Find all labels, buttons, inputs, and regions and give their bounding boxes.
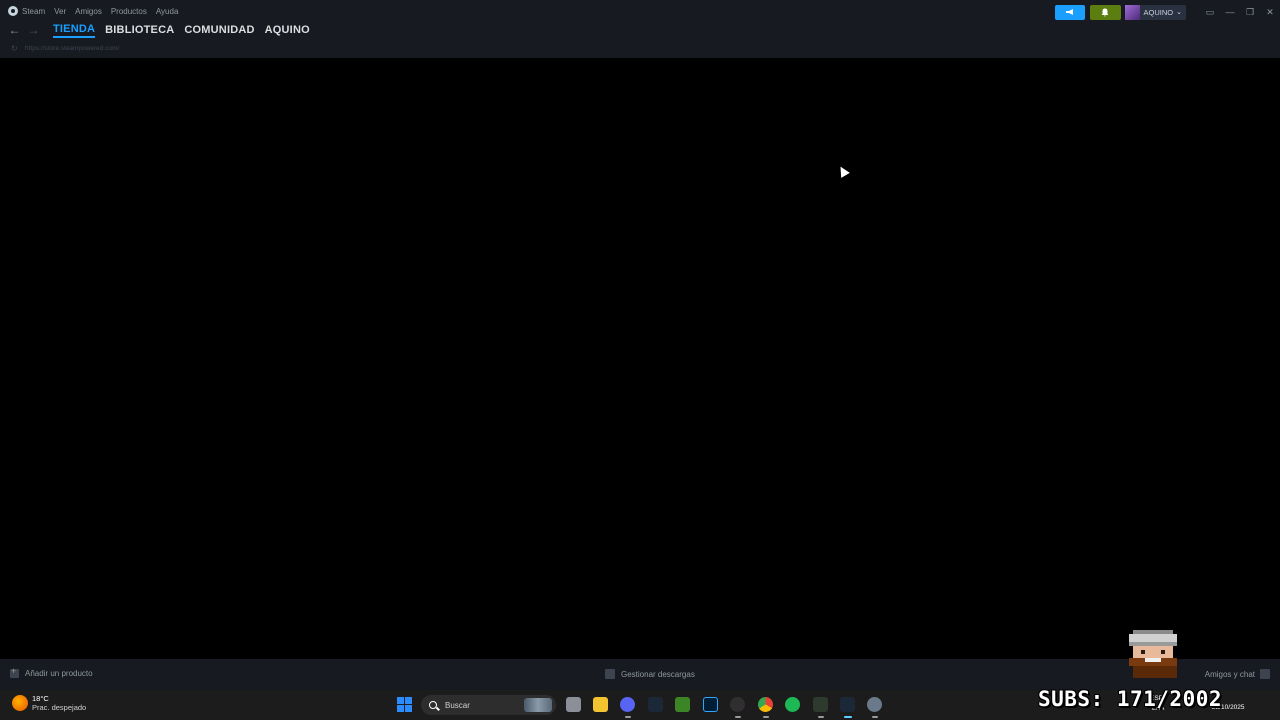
minecraft-icon[interactable] bbox=[675, 697, 690, 712]
task-view-icon[interactable] bbox=[566, 697, 581, 712]
add-product-button[interactable]: Añadir un producto bbox=[10, 666, 93, 678]
photoshop-icon[interactable] bbox=[703, 697, 718, 712]
settings-icon[interactable] bbox=[867, 697, 882, 712]
desktop: Steam Ver Amigos Productos Ayuda AQUINO … bbox=[0, 0, 1280, 720]
search-highlight-image bbox=[524, 698, 552, 712]
download-icon bbox=[605, 669, 615, 679]
manage-downloads-button[interactable]: Gestionar descargas bbox=[605, 669, 695, 679]
mouse-cursor-icon bbox=[836, 164, 850, 178]
running-indicator bbox=[735, 716, 741, 718]
steam-header: Steam Ver Amigos Productos Ayuda AQUINO … bbox=[0, 0, 1280, 58]
chat-icon bbox=[1260, 669, 1270, 679]
file-explorer-icon[interactable] bbox=[593, 697, 608, 712]
xbox-icon[interactable] bbox=[813, 697, 828, 712]
loading-spinner-icon[interactable]: ↻ bbox=[11, 44, 21, 53]
menu-ayuda[interactable]: Ayuda bbox=[156, 7, 179, 16]
search-icon bbox=[429, 701, 437, 709]
subs-counter-overlay: SUBS: 171/2002 bbox=[1038, 687, 1223, 711]
add-product-label: Añadir un producto bbox=[25, 669, 93, 678]
notifications-button[interactable] bbox=[1089, 4, 1121, 20]
tab-tienda[interactable]: TIENDA bbox=[53, 23, 96, 38]
taskbar-search[interactable]: Buscar bbox=[421, 695, 556, 715]
menu-steam[interactable]: Steam bbox=[22, 7, 45, 16]
steam-icon[interactable] bbox=[648, 697, 663, 712]
steam-active-icon[interactable] bbox=[840, 697, 855, 712]
start-button[interactable] bbox=[397, 697, 412, 712]
header-actions: AQUINO ⌄ ▭ — ❐ ✕ bbox=[1054, 3, 1280, 21]
store-content bbox=[0, 58, 1280, 659]
sun-icon bbox=[12, 695, 28, 711]
steam-logo-icon bbox=[8, 6, 18, 16]
tab-biblioteca[interactable]: BIBLIOTECA bbox=[105, 24, 174, 36]
close-icon[interactable]: ✕ bbox=[1260, 7, 1280, 18]
running-indicator bbox=[872, 716, 878, 718]
username: AQUINO bbox=[1143, 7, 1174, 17]
pixel-mascot-icon bbox=[1129, 630, 1177, 678]
discord-icon[interactable] bbox=[620, 697, 635, 712]
menu-amigos[interactable]: Amigos bbox=[75, 7, 102, 16]
back-arrow-icon[interactable]: ← bbox=[5, 23, 24, 37]
obs-icon[interactable] bbox=[730, 697, 745, 712]
friends-chat-button[interactable]: Amigos y chat bbox=[1205, 669, 1270, 679]
running-indicator bbox=[818, 716, 824, 718]
minimize-icon[interactable]: — bbox=[1220, 7, 1240, 17]
spotify-icon[interactable] bbox=[785, 697, 800, 712]
manage-downloads-label: Gestionar descargas bbox=[621, 669, 695, 679]
tab-profile[interactable]: AQUINO bbox=[265, 24, 310, 36]
running-indicator bbox=[763, 716, 769, 718]
chevron-down-icon: ⌄ bbox=[1176, 9, 1182, 16]
forward-arrow-icon[interactable]: → bbox=[24, 23, 43, 37]
weather-widget[interactable]: 18°C Prac. despejado bbox=[12, 694, 86, 712]
steam-bottom-bar: Añadir un producto Gestionar descargas A… bbox=[0, 659, 1280, 690]
weather-condition: Prac. despejado bbox=[32, 703, 87, 712]
chrome-icon[interactable] bbox=[758, 697, 773, 712]
active-indicator bbox=[844, 716, 852, 718]
menu-ver[interactable]: Ver bbox=[54, 7, 66, 16]
bell-icon bbox=[1101, 8, 1109, 17]
user-menu-button[interactable]: AQUINO ⌄ bbox=[1124, 4, 1186, 20]
url-bar: ↻ https://store.steampowered.com/ bbox=[0, 42, 119, 54]
tab-comunidad[interactable]: COMUNIDAD bbox=[184, 24, 254, 36]
plus-icon bbox=[10, 666, 19, 678]
announcements-button[interactable] bbox=[1054, 4, 1085, 20]
restore-icon[interactable]: ❐ bbox=[1240, 7, 1260, 18]
page-url: https://store.steampowered.com/ bbox=[25, 44, 120, 52]
menu-productos[interactable]: Productos bbox=[111, 7, 147, 16]
avatar bbox=[1124, 4, 1140, 20]
weather-temp: 18°C bbox=[32, 694, 49, 703]
steam-menubar: Steam Ver Amigos Productos Ayuda bbox=[0, 0, 187, 22]
running-indicator bbox=[625, 716, 631, 718]
friends-chat-label: Amigos y chat bbox=[1204, 669, 1255, 679]
megaphone-icon bbox=[1065, 9, 1073, 15]
main-nav: ← → TIENDA BIBLIOTECA COMUNIDAD AQUINO bbox=[0, 20, 310, 40]
big-picture-icon[interactable]: ▭ bbox=[1200, 7, 1220, 18]
search-placeholder: Buscar bbox=[445, 700, 470, 710]
